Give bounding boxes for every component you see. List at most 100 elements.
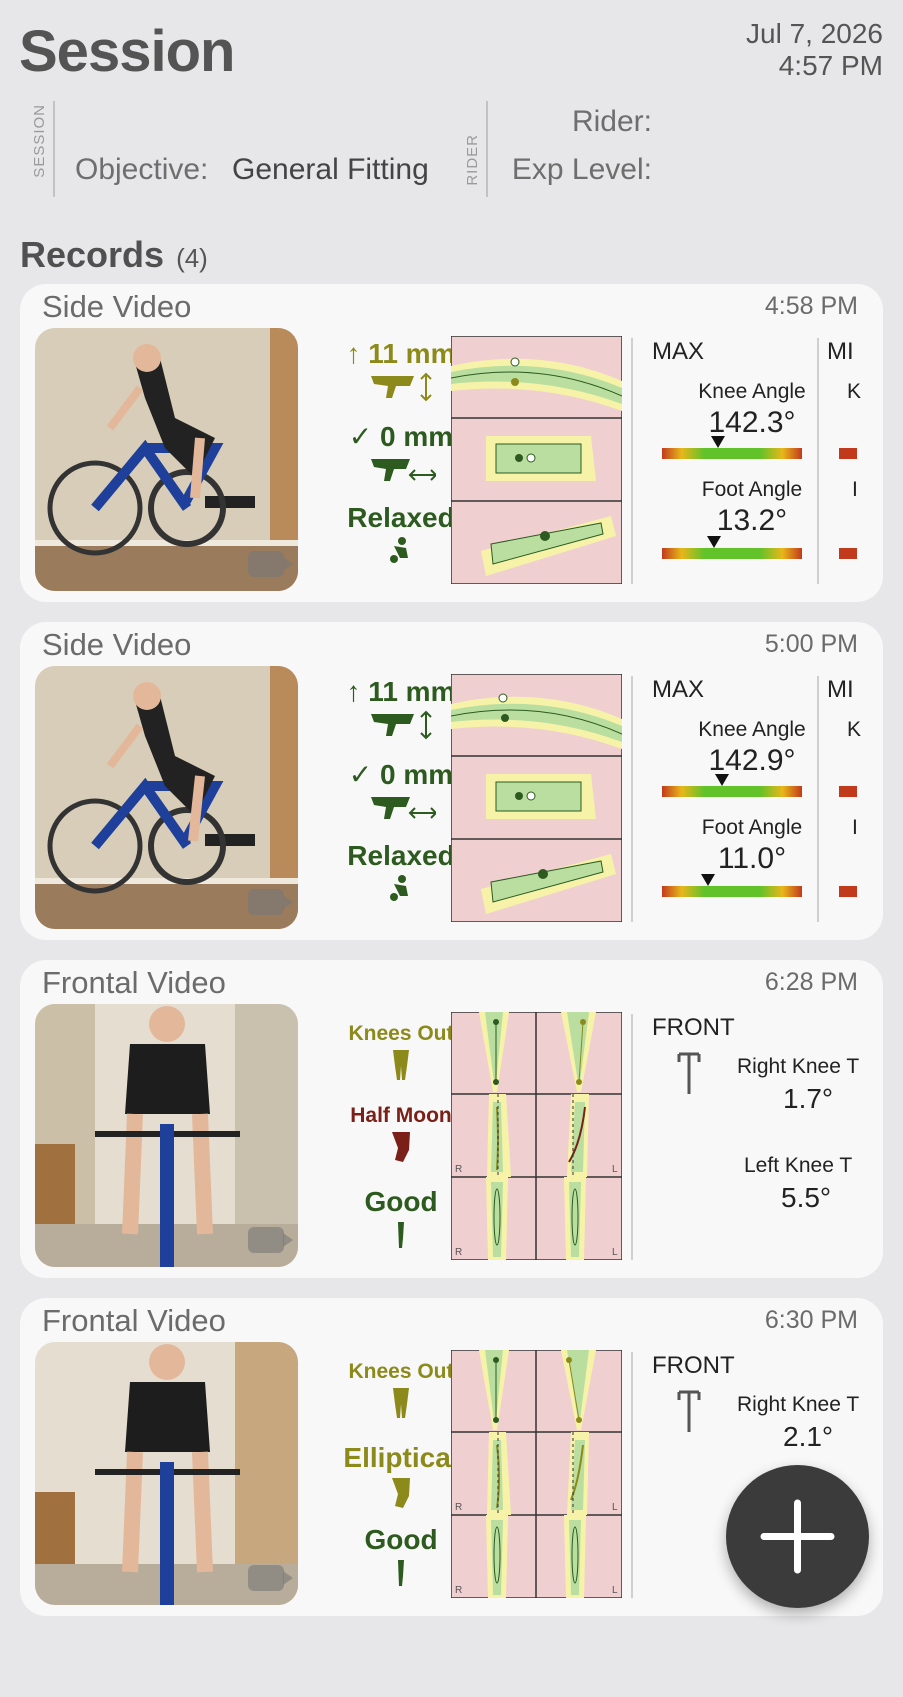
right-knee-tilt-label: Right Knee T bbox=[737, 1393, 860, 1416]
saddle-height-icon bbox=[371, 372, 432, 402]
record-title: Side Video bbox=[42, 289, 192, 324]
svg-text:R: R bbox=[455, 1164, 462, 1175]
record-time: 6:30 PM bbox=[764, 1306, 858, 1334]
min-foot-stub: I bbox=[852, 816, 858, 839]
min-header: MI bbox=[827, 676, 854, 703]
foot-angle-marker bbox=[701, 874, 716, 886]
bike-front-icon bbox=[677, 1390, 701, 1432]
side-fit-chart bbox=[451, 336, 622, 584]
knee-angle-gauge bbox=[662, 436, 802, 459]
foot-angle-label: Foot Angle bbox=[701, 816, 803, 839]
knee-angle-label: Knee Angle bbox=[698, 718, 806, 741]
record-time: 5:00 PM bbox=[764, 630, 858, 658]
foot-angle-label: Foot Angle bbox=[701, 478, 803, 501]
side-fit-chart bbox=[451, 674, 622, 922]
session-date: Jul 7, 2026 bbox=[746, 18, 883, 49]
saddle-setback-icon bbox=[371, 797, 436, 819]
session-divider bbox=[53, 101, 55, 197]
min-knee-gauge-stub bbox=[839, 448, 857, 459]
rider-label[interactable]: Rider: bbox=[572, 105, 652, 139]
svg-text:L: L bbox=[612, 1585, 618, 1596]
right-knee-tilt-value: 1.7° bbox=[783, 1083, 834, 1114]
right-knee-tilt-value: 2.1° bbox=[783, 1421, 834, 1452]
rider-posture-icon bbox=[390, 537, 408, 563]
min-foot-gauge-stub bbox=[839, 886, 857, 897]
session-section-label: SESSION bbox=[31, 104, 48, 178]
min-foot-gauge-stub bbox=[839, 548, 857, 559]
knee-angle-value: 142.9° bbox=[708, 744, 796, 777]
rider-section-label: RIDER bbox=[464, 134, 481, 186]
objective-value[interactable]: General Fitting bbox=[232, 153, 429, 187]
record-card[interactable]: Side Video 4:58 PM ↑ 11 mm ✓ 0 mm Relaxe… bbox=[20, 284, 883, 602]
metric-divider-2 bbox=[817, 676, 819, 922]
metric-divider bbox=[631, 676, 633, 922]
records-title: Records bbox=[20, 234, 165, 275]
metric-divider bbox=[631, 1352, 633, 1598]
record-time: 4:58 PM bbox=[764, 292, 858, 320]
knee-path-icon bbox=[392, 1478, 410, 1508]
video-camera-icon bbox=[248, 551, 293, 577]
svg-text:R: R bbox=[455, 1502, 462, 1513]
foot-icon bbox=[398, 1560, 404, 1586]
add-record-button[interactable] bbox=[726, 1465, 869, 1608]
rider-posture-icon bbox=[390, 875, 408, 901]
right-knee-tilt-label: Right Knee T bbox=[737, 1055, 860, 1078]
min-knee-stub: K bbox=[847, 718, 862, 741]
record-time: 6:28 PM bbox=[764, 968, 858, 996]
frontal-fit-chart: R L R L bbox=[451, 1012, 622, 1260]
video-camera-icon bbox=[248, 1565, 293, 1591]
saddle-setback-icon bbox=[371, 459, 436, 481]
bike-front-icon bbox=[677, 1052, 701, 1094]
frontal-fit-chart: R L R L bbox=[451, 1350, 622, 1598]
knee-path-icon bbox=[392, 1132, 410, 1162]
left-knee-tilt-label: Left Knee T bbox=[744, 1154, 853, 1177]
record-title: Frontal Video bbox=[42, 1303, 226, 1338]
foot-angle-value: 13.2° bbox=[716, 504, 788, 537]
knee-angle-gauge bbox=[662, 774, 802, 797]
min-knee-stub: K bbox=[847, 380, 862, 403]
front-header: FRONT bbox=[652, 1014, 735, 1041]
svg-text:R: R bbox=[455, 1247, 462, 1258]
max-header: MAX bbox=[652, 676, 705, 703]
knee-angle-value: 142.3° bbox=[708, 406, 796, 439]
left-knee-tilt-value: 5.5° bbox=[781, 1182, 832, 1213]
foot-angle-gauge bbox=[662, 536, 802, 559]
record-title: Side Video bbox=[42, 627, 192, 662]
video-camera-icon bbox=[248, 1227, 293, 1253]
metric-divider bbox=[631, 338, 633, 584]
video-camera-icon bbox=[248, 889, 293, 915]
knee-angle-marker bbox=[711, 436, 725, 448]
session-time: 4:57 PM bbox=[778, 50, 883, 82]
svg-text:L: L bbox=[612, 1164, 618, 1175]
front-header: FRONT bbox=[652, 1352, 735, 1379]
foot-icon bbox=[398, 1222, 404, 1248]
legs-icon bbox=[393, 1050, 409, 1080]
metric-divider-2 bbox=[817, 338, 819, 584]
records-count: (4) bbox=[176, 243, 208, 273]
record-card[interactable]: Frontal Video 6:28 PM Knees Out Half Moo… bbox=[20, 960, 883, 1278]
foot-angle-value: 11.0° bbox=[717, 842, 787, 875]
knee-angle-marker bbox=[715, 774, 730, 786]
foot-angle-gauge bbox=[662, 874, 802, 897]
min-knee-gauge-stub bbox=[839, 786, 857, 797]
video-thumbnail[interactable] bbox=[35, 1342, 298, 1605]
min-foot-stub: I bbox=[852, 478, 858, 501]
record-card[interactable]: Side Video 5:00 PM ↑ 11 mm ✓ 0 mm Relaxe… bbox=[20, 622, 883, 940]
objective-label: Objective: bbox=[75, 153, 209, 186]
knee-angle-label: Knee Angle bbox=[698, 380, 806, 403]
video-thumbnail[interactable] bbox=[35, 328, 298, 591]
record-title: Frontal Video bbox=[42, 965, 226, 1000]
page-title: Session bbox=[19, 19, 235, 84]
video-thumbnail[interactable] bbox=[35, 666, 298, 929]
min-header: MI bbox=[827, 338, 854, 365]
max-header: MAX bbox=[652, 338, 705, 365]
metric-divider bbox=[631, 1014, 633, 1260]
records-heading: Records (4) bbox=[20, 234, 208, 276]
plus-icon bbox=[760, 1499, 835, 1574]
exp-level-label[interactable]: Exp Level: bbox=[512, 153, 652, 187]
svg-text:L: L bbox=[612, 1502, 618, 1513]
saddle-height-icon bbox=[371, 710, 432, 740]
video-thumbnail[interactable] bbox=[35, 1004, 298, 1267]
session-datetime: Jul 7, 2026 4:57 PM bbox=[746, 18, 883, 82]
rider-divider bbox=[486, 101, 488, 197]
